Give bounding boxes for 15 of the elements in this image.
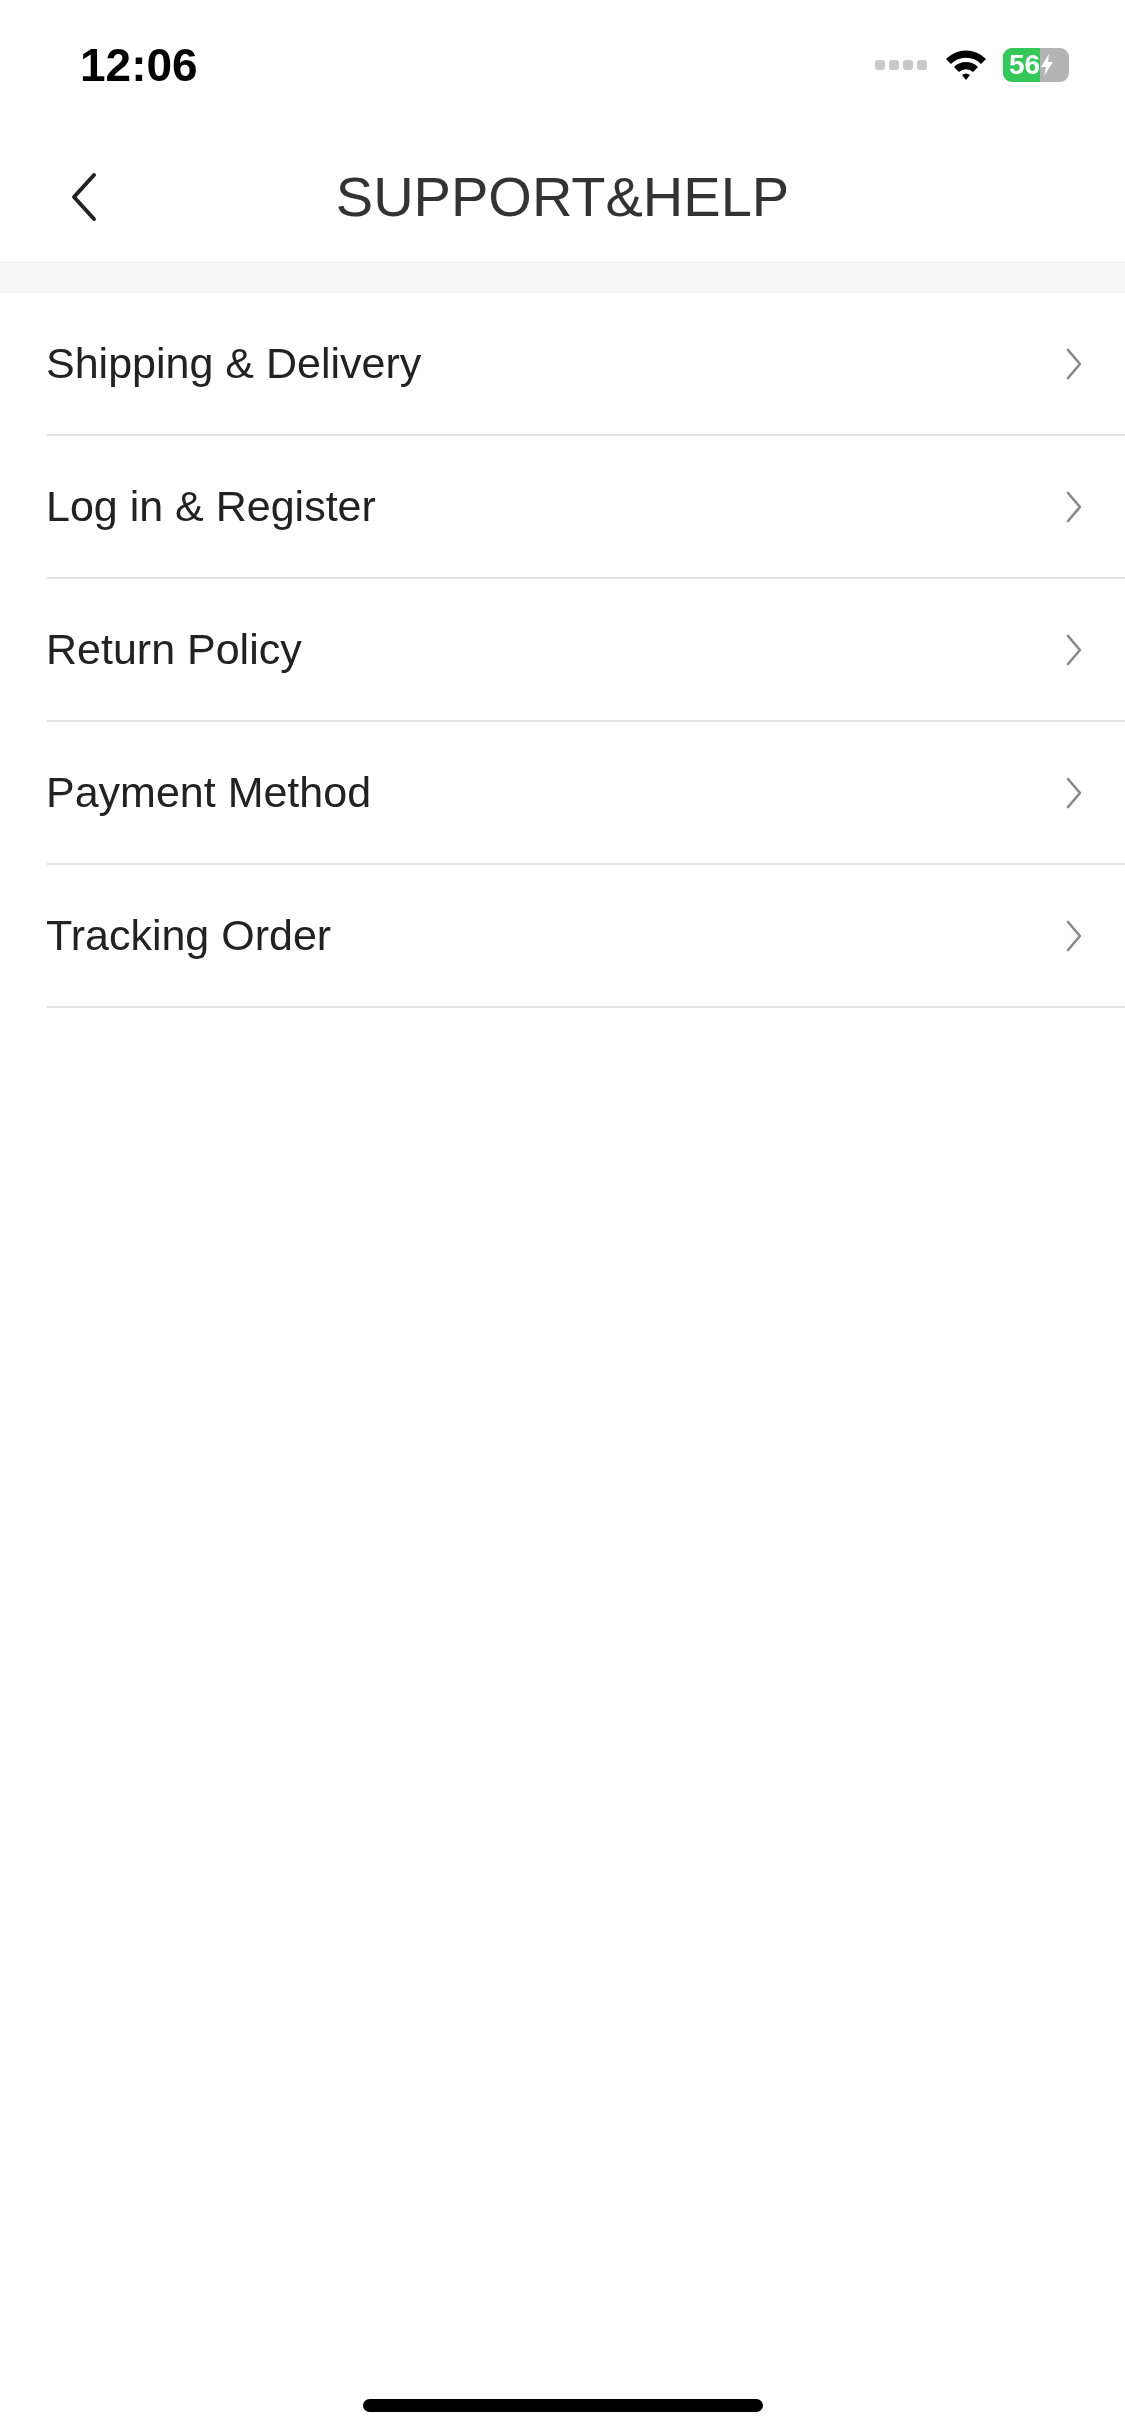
chevron-icon [1065,346,1083,381]
back-icon[interactable] [70,172,98,222]
menu-item[interactable]: Payment Method [47,722,1125,865]
menu-item[interactable]: Log in & Register [47,436,1125,579]
chevron-icon [1065,775,1083,810]
chevron-icon [1065,632,1083,667]
menu-item[interactable]: Shipping & Delivery [47,293,1125,436]
menu-item[interactable]: Tracking Order [47,865,1125,1008]
chevron-icon [1065,918,1083,953]
status-time: 12:06 [80,42,198,88]
menu-item[interactable]: Return Policy [47,579,1125,722]
signal-icon [875,58,929,72]
chevron-icon [1065,489,1083,524]
page-title: SUPPORT&HELP [335,163,790,229]
battery-icon: 56 [1003,48,1069,82]
